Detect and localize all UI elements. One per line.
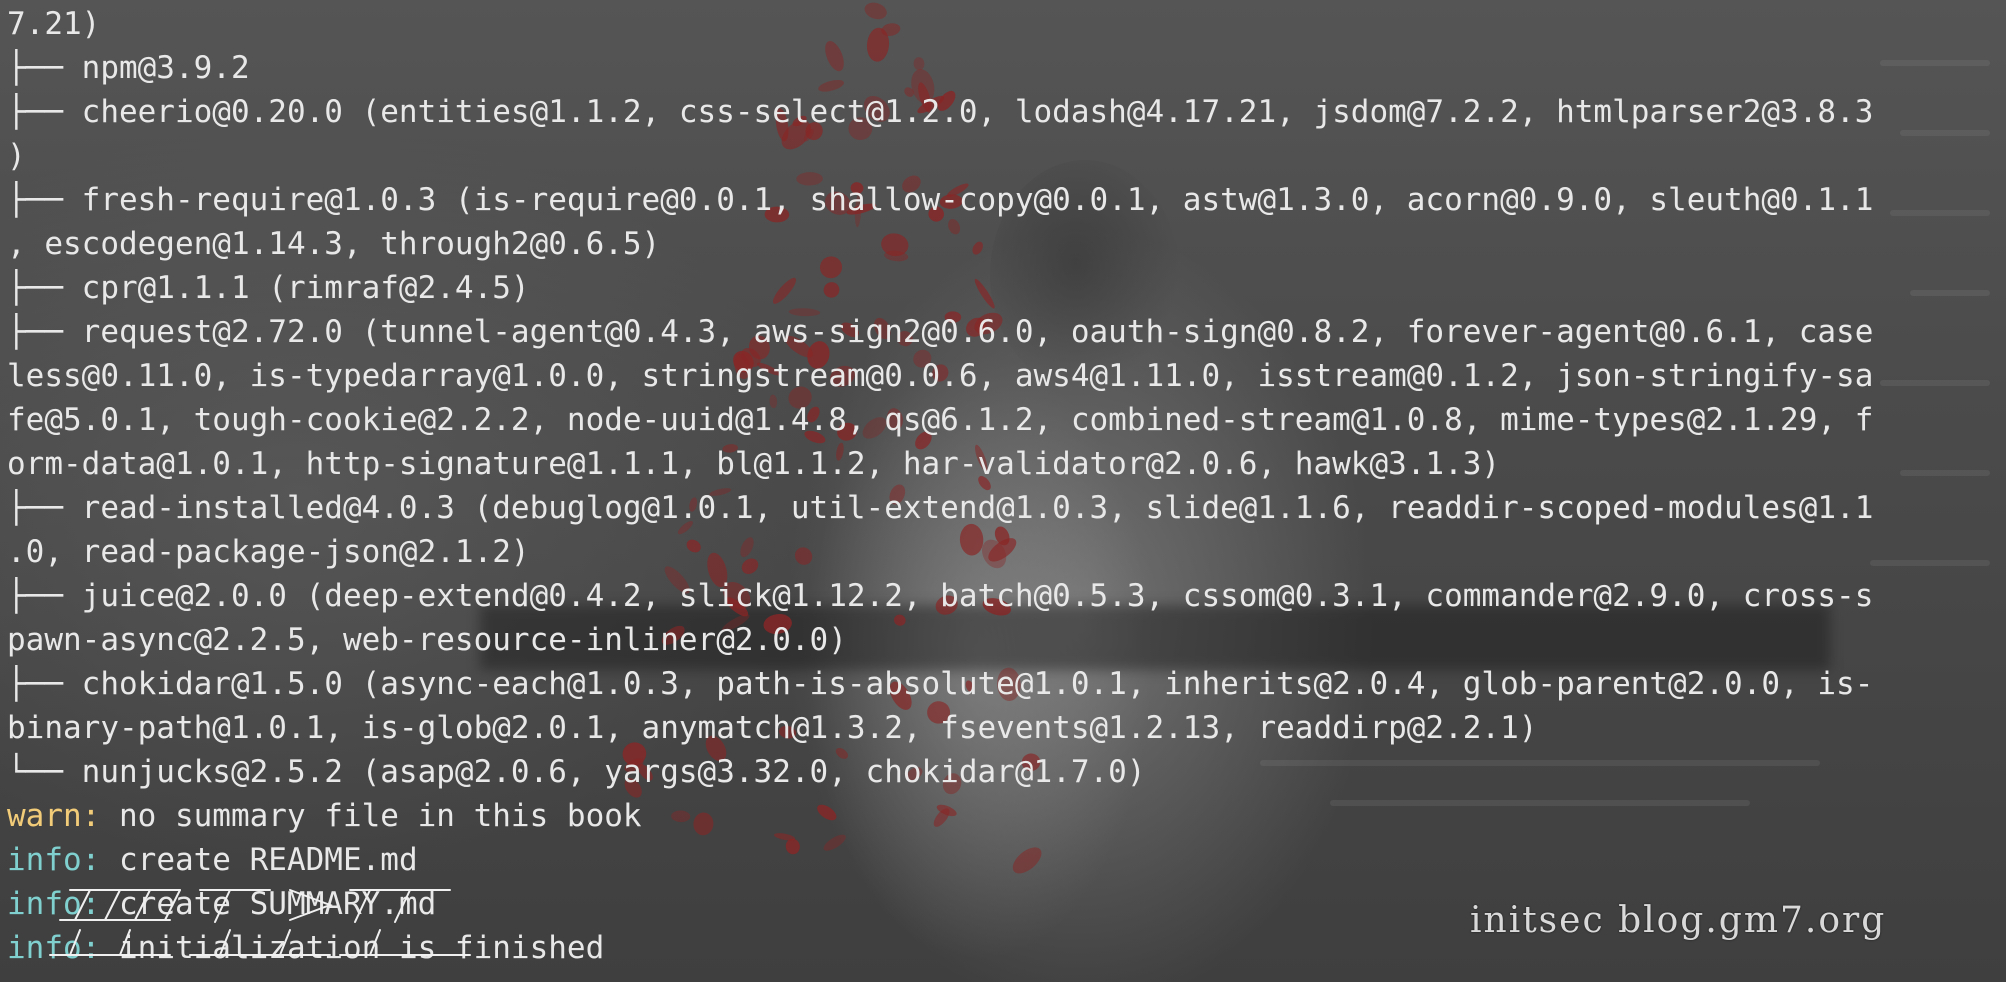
terminal-line-text: fe@5.0.1, tough-cookie@2.2.2, node-uuid@… <box>7 402 1874 438</box>
terminal-line-text: 7.21) <box>7 6 101 42</box>
terminal-output: 7.21) ├── npm@3.9.2 ├── cheerio@0.20.0 (en… <box>7 2 2006 970</box>
terminal-line: less@0.11.0, is-typedarray@1.0.0, string… <box>7 354 2006 398</box>
terminal-window[interactable]: 7.21) ├── npm@3.9.2 ├── cheerio@0.20.0 (en… <box>0 0 2006 982</box>
terminal-line: orm-data@1.0.1, http-signature@1.1.1, bl… <box>7 442 2006 486</box>
terminal-line: 7.21) <box>7 2 2006 46</box>
terminal-line-text: └── nunjucks@2.5.2 (asap@2.0.6, yargs@3.… <box>7 754 1146 790</box>
warn-prefix: warn: <box>7 798 101 834</box>
terminal-line-text: ├── fresh-require@1.0.3 (is-require@0.0.… <box>7 182 1874 218</box>
terminal-line-text: ├── npm@3.9.2 <box>7 50 250 86</box>
terminal-line-text: , escodegen@1.14.3, through2@0.6.5) <box>7 226 661 262</box>
terminal-line: ) <box>7 134 2006 178</box>
terminal-line: warn: no summary file in this book <box>7 794 2006 838</box>
terminal-line-text: orm-data@1.0.1, http-signature@1.1.1, bl… <box>7 446 1501 482</box>
terminal-line-text: ├── read-installed@4.0.3 (debuglog@1.0.1… <box>7 490 1874 526</box>
terminal-line: ├── read-installed@4.0.3 (debuglog@1.0.1… <box>7 486 2006 530</box>
terminal-line: ├── request@2.72.0 (tunnel-agent@0.4.3, … <box>7 310 2006 354</box>
wallpaper-ascii-art <box>49 889 471 956</box>
terminal-line: binary-path@1.0.1, is-glob@2.0.1, anymat… <box>7 706 2006 750</box>
terminal-line: ├── cpr@1.1.1 (rimraf@2.4.5) <box>7 266 2006 310</box>
terminal-line-text: ├── cpr@1.1.1 (rimraf@2.4.5) <box>7 270 530 306</box>
terminal-line: ├── fresh-require@1.0.3 (is-require@0.0.… <box>7 178 2006 222</box>
terminal-line: ├── juice@2.0.0 (deep-extend@0.4.2, slic… <box>7 574 2006 618</box>
terminal-line: fe@5.0.1, tough-cookie@2.2.2, node-uuid@… <box>7 398 2006 442</box>
terminal-line: ├── chokidar@1.5.0 (async-each@1.0.3, pa… <box>7 662 2006 706</box>
terminal-line-text: binary-path@1.0.1, is-glob@2.0.1, anymat… <box>7 710 1538 746</box>
terminal-line: └── nunjucks@2.5.2 (asap@2.0.6, yargs@3.… <box>7 750 2006 794</box>
terminal-line-text: ) <box>7 138 26 174</box>
terminal-line: pawn-async@2.2.5, web-resource-inliner@2… <box>7 618 2006 662</box>
terminal-line: , escodegen@1.14.3, through2@0.6.5) <box>7 222 2006 266</box>
terminal-line: ├── npm@3.9.2 <box>7 46 2006 90</box>
terminal-line-text: .0, read-package-json@2.1.2) <box>7 534 530 570</box>
terminal-line-text: ├── request@2.72.0 (tunnel-agent@0.4.3, … <box>7 314 1874 350</box>
terminal-line: .0, read-package-json@2.1.2) <box>7 530 2006 574</box>
terminal-line-text: less@0.11.0, is-typedarray@1.0.0, string… <box>7 358 1874 394</box>
terminal-line: ├── cheerio@0.20.0 (entities@1.1.2, css-… <box>7 90 2006 134</box>
terminal-line-text: pawn-async@2.2.5, web-resource-inliner@2… <box>7 622 847 658</box>
terminal-line-text: ├── chokidar@1.5.0 (async-each@1.0.3, pa… <box>7 666 1874 702</box>
terminal-line-text: ├── juice@2.0.0 (deep-extend@0.4.2, slic… <box>7 578 1874 614</box>
terminal-line-text: no summary file in this book <box>100 798 642 834</box>
watermark-text: initsec blog.gm7.org <box>1470 900 1887 941</box>
terminal-line-text: ├── cheerio@0.20.0 (entities@1.1.2, css-… <box>7 94 1874 130</box>
